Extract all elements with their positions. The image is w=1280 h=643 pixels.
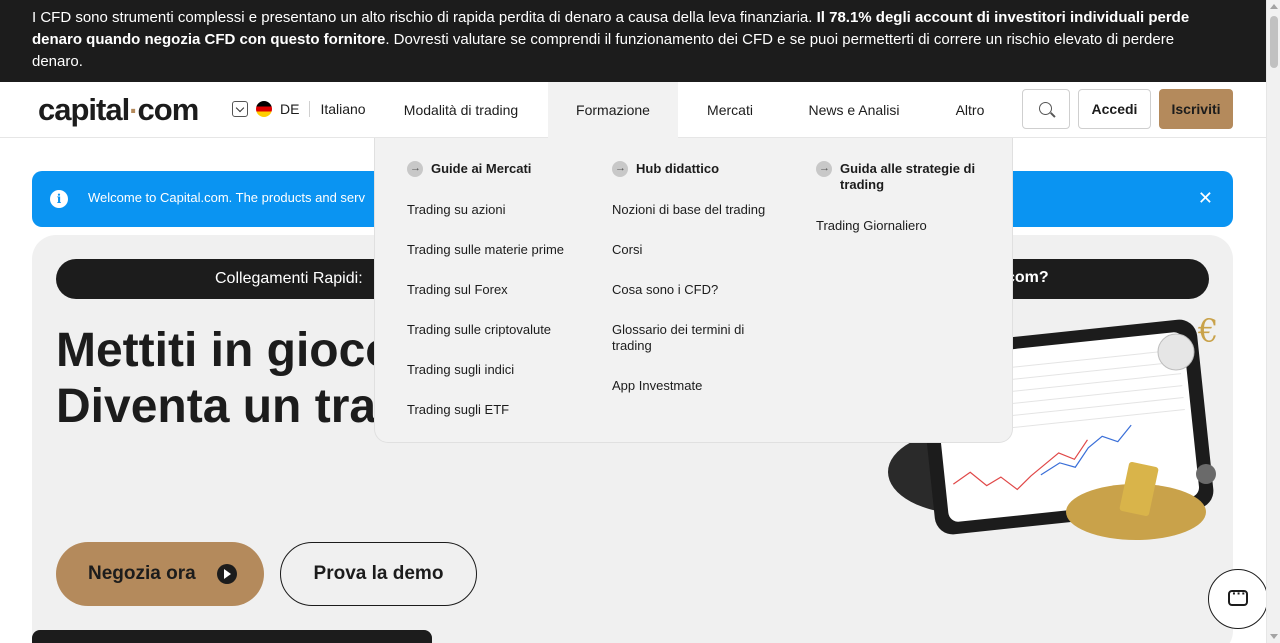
country-code: DE <box>280 101 300 117</box>
logo-text-right: com <box>137 92 200 127</box>
divider <box>309 101 311 117</box>
dropdown-link[interactable]: Trading sul Forex <box>407 282 508 298</box>
dropdown-link[interactable]: Glossario dei termini di trading <box>612 322 762 354</box>
nav-modalita-trading[interactable]: Modalità di trading <box>392 82 530 138</box>
close-icon[interactable]: ✕ <box>1198 188 1213 209</box>
login-button[interactable]: Accedi <box>1078 89 1151 129</box>
try-demo-button[interactable]: Prova la demo <box>280 542 477 606</box>
page-scrollbar[interactable] <box>1266 0 1280 643</box>
logo-dot: · <box>129 95 138 126</box>
formazione-dropdown: Guide ai Mercati Trading su azioni Tradi… <box>374 138 1013 443</box>
column-heading-label: Guide ai Mercati <box>431 161 532 176</box>
risk-warning-bar: I CFD sono strumenti complessi e present… <box>0 0 1266 82</box>
welcome-message: Welcome to Capital.com. The products and… <box>88 190 365 205</box>
language-selector[interactable]: DE Italiano <box>232 101 366 117</box>
logo[interactable]: capital·com <box>38 92 200 128</box>
scroll-up-icon[interactable] <box>1270 4 1278 9</box>
site-header: capital·com DE Italiano Modalità di trad… <box>0 82 1266 138</box>
euro-icon: € <box>1197 312 1218 350</box>
dropdown-link[interactable]: Corsi <box>612 242 782 258</box>
chat-icon <box>1228 585 1248 606</box>
language-label: Italiano <box>320 101 366 117</box>
dropdown-link[interactable]: Trading sugli indici <box>407 362 514 378</box>
dropdown-link[interactable]: Trading su azioni <box>407 202 506 218</box>
nav-formazione[interactable]: Formazione <box>548 82 678 138</box>
column-heading[interactable]: Guida alle strategie di trading <box>816 160 991 193</box>
chat-button[interactable] <box>1208 569 1268 629</box>
nav-altro[interactable]: Altro <box>945 82 995 138</box>
play-icon <box>217 564 237 584</box>
arrow-right-icon <box>816 160 832 177</box>
column-heading[interactable]: Hub didattico <box>612 160 782 177</box>
coin-icon <box>1157 333 1195 371</box>
dropdown-link[interactable]: Trading sugli ETF <box>407 402 509 418</box>
dropdown-link[interactable]: App Investmate <box>612 378 782 394</box>
trade-now-label: Negozia ora <box>88 563 196 584</box>
column-heading[interactable]: Guide ai Mercati <box>407 160 532 177</box>
quick-links-label: Collegamenti Rapidi: <box>215 270 363 287</box>
risk-warning-text: I CFD sono strumenti complessi e present… <box>32 9 817 26</box>
logo-text-left: capital <box>38 92 130 127</box>
info-icon: i <box>50 190 68 208</box>
flag-de-icon <box>256 101 272 117</box>
column-heading-label: Guida alle strategie di trading <box>840 161 976 192</box>
chevron-down-icon <box>232 101 248 117</box>
dropdown-link[interactable]: Trading sulle materie prime <box>407 242 564 258</box>
column-heading-label: Hub didattico <box>636 161 720 176</box>
bottom-strip <box>32 630 432 643</box>
dropdown-link[interactable]: Trading Giornaliero <box>816 218 991 234</box>
scrollbar-thumb[interactable] <box>1270 16 1278 68</box>
metal-sphere <box>1196 464 1216 484</box>
trade-now-button[interactable]: Negozia ora <box>56 542 264 606</box>
arrow-right-icon <box>407 160 423 177</box>
search-button[interactable] <box>1022 89 1070 129</box>
signup-button[interactable]: Iscriviti <box>1159 89 1233 129</box>
hero-headline: Mettiti in gioco Diventa un tra <box>56 323 395 435</box>
dropdown-link[interactable]: Nozioni di base del trading <box>612 202 782 218</box>
headline-line-2: Diventa un tra <box>56 380 377 433</box>
headline-line-1: Mettiti in gioco <box>56 324 395 377</box>
dropdown-link[interactable]: Trading sulle criptovalute <box>407 322 551 338</box>
nav-mercati[interactable]: Mercati <box>696 82 764 138</box>
dropdown-link[interactable]: Cosa sono i CFD? <box>612 282 782 298</box>
nav-news-analisi[interactable]: News e Analisi <box>800 82 908 138</box>
scroll-down-icon[interactable] <box>1270 634 1278 639</box>
search-icon <box>1039 102 1052 115</box>
arrow-right-icon <box>612 160 628 177</box>
